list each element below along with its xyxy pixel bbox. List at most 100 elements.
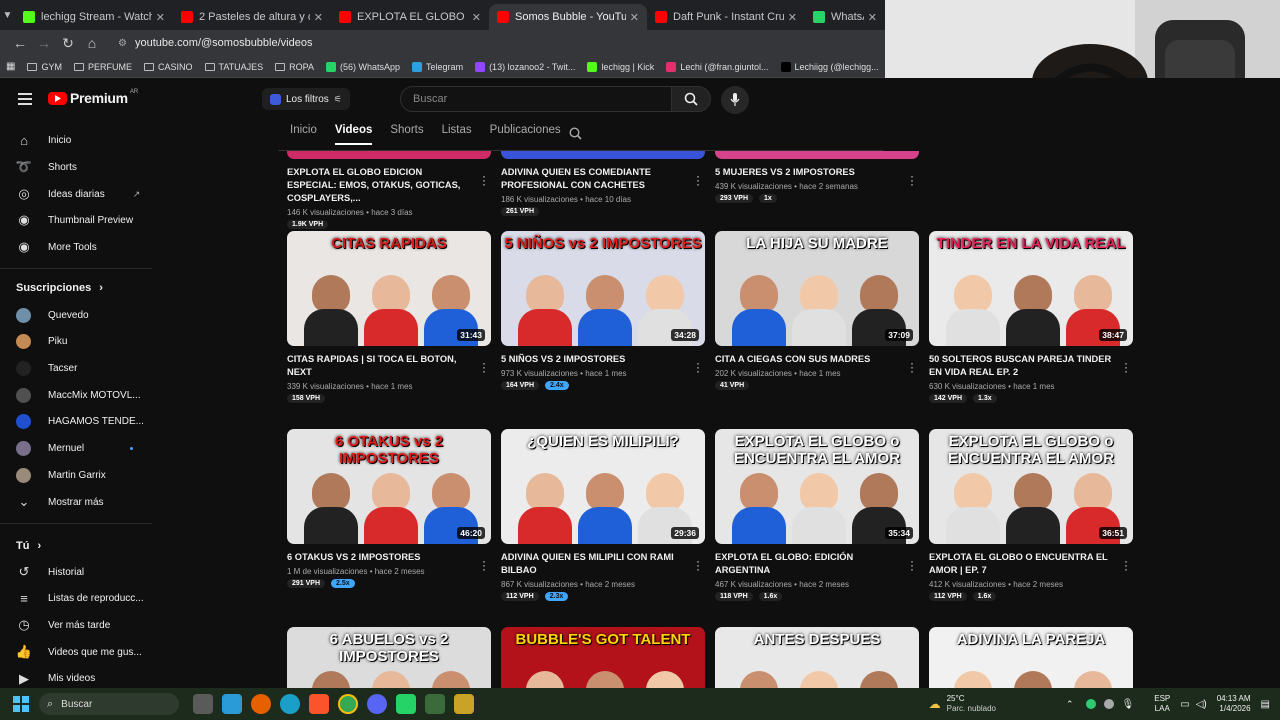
subscriptions-header[interactable]: Suscripciones › (16, 278, 103, 298)
video-thumbnail[interactable]: EXPLOTA EL GLOBO o ENCUENTRA EL AMOR 36:5… (929, 429, 1133, 544)
subscription-item[interactable]: HAGAMOS TENDE... (16, 412, 144, 432)
video-thumbnail[interactable]: 6 OTAKUS vs 2 IMPOSTORES 46:20 (287, 429, 491, 544)
more-options-icon[interactable]: · · · (481, 555, 487, 575)
video-thumbnail[interactable]: ANTES DESPUES (715, 627, 919, 688)
video-title[interactable]: 5 MUJERES VS 2 IMPOSTORES (715, 166, 901, 179)
notification-icon[interactable]: ▤ (1261, 699, 1270, 710)
task-view-icon[interactable] (193, 694, 213, 714)
video-thumbnail[interactable]: BUBBLE'S GOT TALENT (501, 627, 705, 688)
video-card[interactable]: LA HIJA SU MADRE 37:09 CITA A CIEGAS CON S… (715, 231, 919, 390)
video-card[interactable]: EXPLOTA EL GLOBO o ENCUENTRA EL AMOR 35:3… (715, 429, 919, 601)
video-title[interactable]: ADIVINA QUIEN ES MILIPILI CON RAMI BILBA… (501, 551, 687, 577)
you-item[interactable]: ≡ Listas de reproducc... (16, 589, 143, 609)
video-title[interactable]: EXPLOTA EL GLOBO O ENCUENTRA EL AMOR | E… (929, 551, 1115, 577)
bookmark-item[interactable]: CASINO (143, 62, 193, 72)
volume-icon[interactable]: ◁) (1196, 699, 1207, 710)
app-icon[interactable] (425, 694, 445, 714)
browser-tab[interactable]: lechigg Stream - Watch Live on ✕ (15, 4, 173, 30)
you-header[interactable]: Tú › (16, 536, 41, 556)
you-item[interactable]: ↺ Historial (16, 562, 85, 582)
sidebar-item[interactable]: ◎ Ideas diarias ↗ (16, 184, 140, 204)
whatsapp-icon[interactable] (396, 694, 416, 714)
windows-start-icon[interactable] (13, 696, 29, 712)
more-options-icon[interactable]: · · · (909, 555, 915, 575)
browser-tab[interactable]: WhatsApp ✕ (805, 4, 885, 30)
video-card[interactable]: ADIVINA LA PAREJA (929, 627, 1133, 688)
tab-close-icon[interactable]: ✕ (472, 11, 481, 24)
video-card[interactable]: CITAS RAPIDAS 31:43 CITAS RAPIDAS | SI TOC… (287, 231, 491, 403)
tab-close-icon[interactable]: ✕ (868, 11, 877, 24)
tray-app-icon[interactable] (1085, 699, 1096, 709)
video-thumbnail[interactable]: 5 NIÑOS vs 2 IMPOSTORES 34:28 (501, 231, 705, 346)
tab-close-icon[interactable]: ✕ (630, 11, 639, 24)
video-title[interactable]: CITA A CIEGAS CON SUS MADRES (715, 353, 901, 366)
subscription-item[interactable]: Tacser (16, 358, 77, 378)
video-thumbnail[interactable] (715, 151, 919, 159)
browser-tab[interactable]: Daft Punk - Instant Crush (Offic ✕ (647, 4, 805, 30)
video-card[interactable]: EXPLOTA EL GLOBO EDICION ESPECIAL: EMOS,… (287, 43, 491, 229)
video-thumbnail[interactable]: TINDER EN LA VIDA REAL 38:47 (929, 231, 1133, 346)
browser-tab[interactable]: 2 Pasteles de altura y con much ✕ (173, 4, 331, 30)
subscription-item[interactable]: Mernuel (16, 439, 134, 459)
home-icon[interactable]: ⌂ (80, 31, 104, 55)
discord-icon[interactable] (367, 694, 387, 714)
video-card[interactable]: ADIVINA QUIEN ES COMEDIANTE PROFESIONAL … (501, 43, 705, 216)
taskbar-search[interactable]: ⌕ Buscar (39, 693, 179, 715)
subscription-item[interactable]: Piku (16, 332, 67, 352)
tray-app2-icon[interactable] (1103, 699, 1114, 709)
subscription-item[interactable]: Quevedo (16, 305, 89, 325)
video-title[interactable]: 6 OTAKUS VS 2 IMPOSTORES (287, 551, 473, 564)
subscription-item[interactable]: Martin Garrix (16, 465, 106, 485)
bookmark-item[interactable]: TATUAJES (204, 62, 263, 72)
video-thumbnail[interactable]: 6 ABUELOS vs 2 IMPOSTORES (287, 627, 491, 688)
more-options-icon[interactable]: · · · (695, 170, 701, 190)
edge-icon[interactable] (280, 694, 300, 714)
video-thumbnail[interactable]: ADIVINA LA PAREJA (929, 627, 1133, 688)
more-options-icon[interactable]: · · · (481, 357, 487, 377)
show-more-button[interactable]: ⌄ Mostrar más (16, 492, 104, 512)
video-card[interactable]: 5 MUJERES VS 2 IMPOSTORES · · · 439 K visual… (715, 43, 919, 203)
reload-icon[interactable]: ↻ (56, 31, 80, 55)
folder-icon[interactable] (454, 694, 474, 714)
video-card[interactable]: BUBBLE'S GOT TALENT (501, 627, 705, 688)
tab-search-icon[interactable]: ▼ (0, 0, 15, 30)
video-thumbnail[interactable] (287, 151, 491, 159)
video-card[interactable]: EXPLOTA EL GLOBO o ENCUENTRA EL AMOR 36:5… (929, 429, 1133, 601)
you-item[interactable]: 👍 Videos que me gus... (16, 642, 142, 662)
more-options-icon[interactable]: · · · (1123, 357, 1129, 377)
forward-icon[interactable]: → (32, 31, 56, 55)
browser-tab[interactable]: Somos Bubble - YouTube ✕ (489, 4, 647, 30)
video-card[interactable]: ANTES DESPUES (715, 627, 919, 688)
video-title[interactable]: ADIVINA QUIEN ES COMEDIANTE PROFESIONAL … (501, 166, 687, 192)
sidebar-item[interactable]: ◉ Thumbnail Preview (16, 210, 133, 230)
bookmark-item[interactable]: GYM (27, 62, 62, 72)
video-title[interactable]: 50 SOLTEROS BUSCAN PAREJA TINDER EN VIDA… (929, 353, 1115, 379)
video-thumbnail[interactable]: EXPLOTA EL GLOBO o ENCUENTRA EL AMOR 35:3… (715, 429, 919, 544)
you-item[interactable]: ◷ Ver más tarde (16, 615, 110, 635)
more-options-icon[interactable]: · · · (695, 357, 701, 377)
tab-close-icon[interactable]: ✕ (788, 11, 797, 24)
site-info-icon[interactable]: ⚙ (118, 38, 127, 49)
video-title[interactable]: EXPLOTA EL GLOBO EDICION ESPECIAL: EMOS,… (287, 166, 473, 205)
sidebar-item[interactable]: ➰ Shorts (16, 157, 77, 177)
more-options-icon[interactable]: · · · (695, 555, 701, 575)
network-icon[interactable]: ▭ (1180, 699, 1189, 710)
weather-widget[interactable]: ☁ 25°C Parc. nublado (929, 694, 996, 714)
tab-close-icon[interactable]: ✕ (156, 11, 165, 24)
language-indicator[interactable]: ESP LAA (1154, 694, 1170, 714)
sidebar-item[interactable]: ◉ More Tools (16, 237, 96, 257)
more-options-icon[interactable]: · · · (481, 170, 487, 190)
video-thumbnail[interactable]: LA HIJA SU MADRE 37:09 (715, 231, 919, 346)
bookmark-item[interactable]: PERFUME (73, 62, 132, 72)
video-thumbnail[interactable]: CITAS RAPIDAS 31:43 (287, 231, 491, 346)
video-card[interactable]: 5 NIÑOS vs 2 IMPOSTORES 34:28 5 NIÑOS VS 2… (501, 231, 705, 390)
video-title[interactable]: 5 NIÑOS VS 2 IMPOSTORES (501, 353, 687, 366)
video-card[interactable]: TINDER EN LA VIDA REAL 38:47 50 SOLTEROS B… (929, 231, 1133, 403)
url-field[interactable]: ⚙ youtube.com/@somosbubble/videos (118, 37, 312, 49)
more-options-icon[interactable]: · · · (909, 357, 915, 377)
browser-tab[interactable]: EXPLOTA EL GLOBO EDICION ES ✕ (331, 4, 489, 30)
video-title[interactable]: CITAS RAPIDAS | SI TOCA EL BOTON, NEXT (287, 353, 473, 379)
brave-icon[interactable] (309, 694, 329, 714)
file-explorer-icon[interactable] (222, 694, 242, 714)
tray-mic-icon[interactable]: 🎙 (1122, 699, 1135, 710)
